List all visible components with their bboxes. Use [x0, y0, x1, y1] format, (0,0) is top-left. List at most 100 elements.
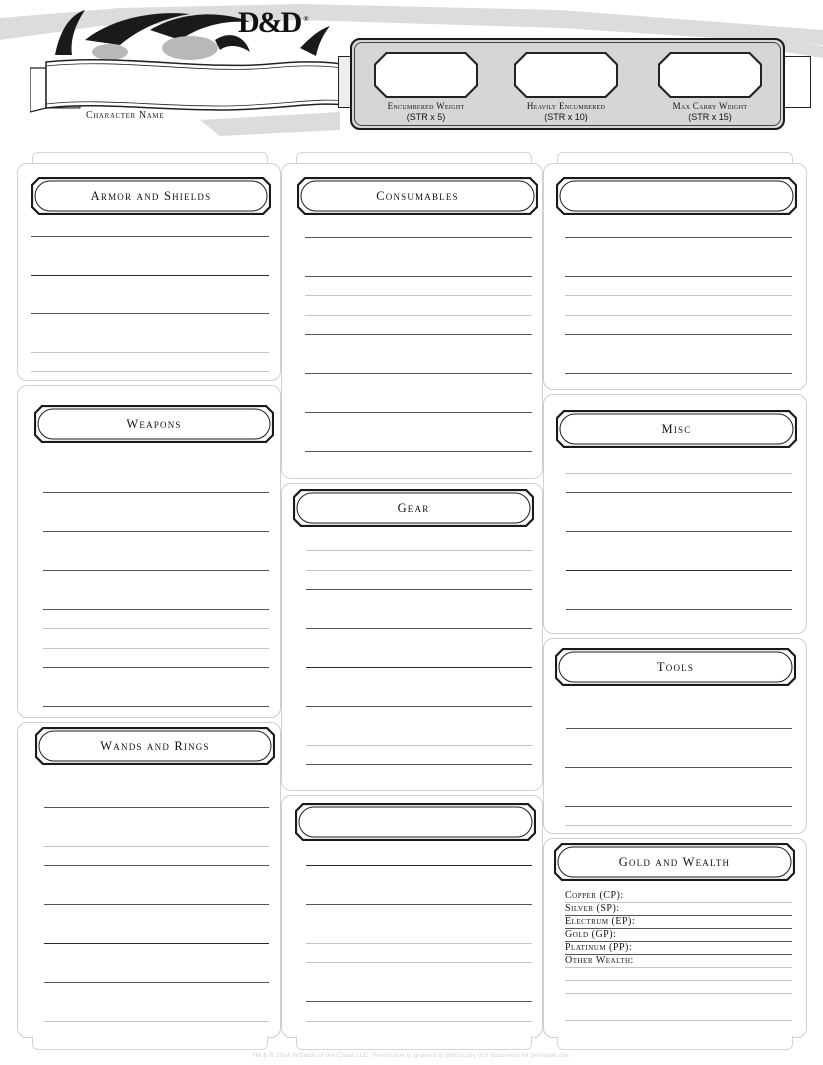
- blank-middle-entry-line[interactable]: [306, 1021, 532, 1022]
- heavily-encumbered-box: Heavily Encumbered (STR x 10): [514, 52, 618, 123]
- blank-right-entry-line[interactable]: [565, 334, 792, 335]
- blank-middle-entry-line[interactable]: [306, 865, 532, 866]
- weapons-entry-line[interactable]: [43, 570, 269, 571]
- armor-entry-line[interactable]: [31, 371, 269, 372]
- misc-title: Misc: [661, 422, 692, 436]
- wands-entry-line[interactable]: [44, 982, 269, 983]
- weapons-header: Weapons: [34, 405, 274, 443]
- wands-panel: [17, 722, 281, 1038]
- wands-title: Wands and Rings: [100, 739, 210, 753]
- blank-right-entry-line[interactable]: [565, 373, 792, 374]
- weapons-entry-line[interactable]: [43, 628, 269, 629]
- weapons-entry-line[interactable]: [43, 492, 269, 493]
- max-carry-weight-formula: (STR x 15): [688, 112, 732, 122]
- column-1-bottom-tab: [32, 1036, 268, 1050]
- registered-mark: ®: [303, 15, 309, 23]
- max-carry-weight-box: Max Carry Weight (STR x 15): [658, 52, 762, 123]
- gear-entry-line[interactable]: [306, 706, 532, 707]
- gear-entry-line[interactable]: [306, 745, 532, 746]
- weapons-entry-line[interactable]: [43, 706, 269, 707]
- wands-entry-line[interactable]: [44, 943, 269, 944]
- column-3-bottom-tab: [557, 1036, 793, 1050]
- armor-header: Armor and Shields: [31, 177, 271, 215]
- blank-right-header[interactable]: [556, 177, 797, 215]
- misc-entry-line[interactable]: [566, 570, 792, 571]
- armor-entry-line[interactable]: [31, 275, 269, 276]
- gear-entry-line[interactable]: [306, 570, 532, 571]
- blank-right-entry-line[interactable]: [565, 237, 792, 238]
- other-wealth-field[interactable]: [565, 967, 792, 968]
- consumables-entry-line[interactable]: [305, 276, 532, 277]
- consumables-entry-line[interactable]: [305, 412, 532, 413]
- consumables-entry-line[interactable]: [305, 334, 532, 335]
- consumables-entry-line[interactable]: [305, 237, 532, 238]
- other-wealth-line[interactable]: [565, 993, 792, 994]
- blank-middle-title[interactable]: [295, 803, 536, 841]
- heavily-encumbered-field[interactable]: [514, 52, 618, 98]
- gear-title: Gear: [397, 501, 430, 515]
- gear-entry-line[interactable]: [306, 764, 532, 765]
- consumables-header: Consumables: [297, 177, 538, 215]
- blank-middle-entry-line[interactable]: [306, 943, 532, 944]
- tools-title: Tools: [656, 660, 695, 674]
- weapons-entry-line[interactable]: [43, 648, 269, 649]
- consumables-entry-line[interactable]: [305, 295, 532, 296]
- gold-title: Gold and Wealth: [618, 855, 731, 869]
- gold-header: Gold and Wealth: [554, 843, 795, 881]
- blank-right-entry-line[interactable]: [565, 276, 792, 277]
- consumables-entry-line[interactable]: [305, 451, 532, 452]
- armor-entry-line[interactable]: [31, 352, 269, 353]
- gear-entry-line[interactable]: [306, 667, 532, 668]
- character-name-label: Character Name: [86, 110, 165, 121]
- blank-right-entry-line[interactable]: [565, 315, 792, 316]
- weapons-entry-line[interactable]: [43, 667, 269, 668]
- carry-weight-panel: Encumbered Weight (STR x 5) Heavily Encu…: [350, 38, 785, 130]
- gear-entry-line[interactable]: [306, 628, 532, 629]
- other-wealth-label: Other Wealth:: [565, 955, 634, 966]
- other-wealth-line[interactable]: [565, 1020, 792, 1021]
- consumables-title: Consumables: [376, 189, 459, 203]
- blank-middle-entry-line[interactable]: [306, 962, 532, 963]
- wands-entry-line[interactable]: [44, 904, 269, 905]
- tools-entry-line[interactable]: [565, 767, 792, 768]
- armor-entry-line[interactable]: [31, 236, 269, 237]
- heavily-encumbered-label: Heavily Encumbered: [526, 101, 606, 111]
- gear-entry-line[interactable]: [306, 550, 532, 551]
- blank-middle-header[interactable]: [295, 803, 536, 841]
- max-carry-weight-label: Max Carry Weight: [672, 101, 748, 111]
- tools-entry-line[interactable]: [565, 825, 792, 826]
- consumables-entry-line[interactable]: [305, 373, 532, 374]
- weapons-entry-line[interactable]: [43, 531, 269, 532]
- encumbered-weight-field[interactable]: [374, 52, 478, 98]
- misc-entry-line[interactable]: [565, 473, 792, 474]
- copyright-footer: TM & © 2014 Wizards of the Coast LLC. Pe…: [251, 1053, 572, 1059]
- character-name-banner[interactable]: [30, 48, 355, 118]
- tools-entry-line[interactable]: [566, 728, 792, 729]
- misc-entry-line[interactable]: [566, 531, 792, 532]
- other-wealth-line[interactable]: [565, 980, 792, 981]
- misc-entry-line[interactable]: [566, 609, 792, 610]
- blank-middle-entry-line[interactable]: [306, 904, 532, 905]
- dnd-logo: D&D ®: [238, 6, 309, 40]
- wands-entry-line[interactable]: [44, 865, 269, 866]
- consumables-entry-line[interactable]: [305, 315, 532, 316]
- armor-entry-line[interactable]: [31, 313, 269, 314]
- blank-right-title[interactable]: [556, 177, 797, 215]
- weapons-entry-line[interactable]: [43, 609, 269, 610]
- heavily-encumbered-formula: (STR x 10): [544, 112, 588, 122]
- wands-entry-line[interactable]: [44, 1021, 269, 1022]
- gear-entry-line[interactable]: [306, 589, 532, 590]
- tools-entry-line[interactable]: [565, 806, 792, 807]
- electrum-label: Electrum (EP):: [565, 916, 636, 927]
- max-carry-weight-field[interactable]: [658, 52, 762, 98]
- blank-middle-entry-line[interactable]: [306, 1001, 532, 1002]
- weight-panel-tab-right: [783, 56, 811, 108]
- blank-right-entry-line[interactable]: [565, 295, 792, 296]
- misc-entry-line[interactable]: [566, 492, 792, 493]
- platinum-label: Platinum (PP):: [565, 942, 633, 953]
- column-2-bottom-tab: [296, 1036, 532, 1050]
- wands-header: Wands and Rings: [35, 727, 275, 765]
- wands-entry-line[interactable]: [44, 846, 269, 847]
- tools-header: Tools: [555, 648, 796, 686]
- wands-entry-line[interactable]: [44, 807, 269, 808]
